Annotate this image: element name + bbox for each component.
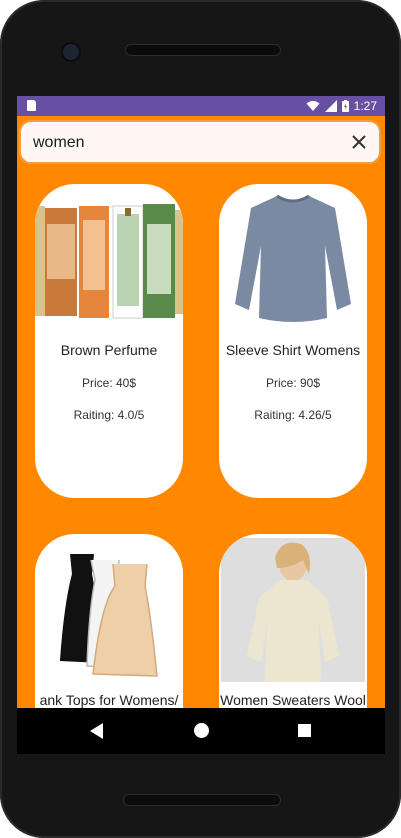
status-icons: 1:27 xyxy=(306,98,377,114)
product-image xyxy=(221,538,365,682)
earpiece-speaker xyxy=(125,44,281,56)
product-title: Women Sweaters Wool xyxy=(220,692,366,708)
product-card[interactable]: ank Tops for Womens/ xyxy=(35,534,183,708)
product-image xyxy=(219,184,367,334)
perfume-image xyxy=(35,184,183,334)
product-card[interactable]: Brown Perfume Price: 40$ Raiting: 4.0/5 xyxy=(35,184,183,498)
product-title: Sleeve Shirt Womens xyxy=(225,342,361,358)
app-screen: 1:27 women Brown Perfume Price: 40$ Rait… xyxy=(17,96,385,708)
back-icon[interactable] xyxy=(90,723,104,739)
signal-icon xyxy=(324,100,337,112)
home-icon[interactable] xyxy=(194,723,209,738)
product-price: Price: 90$ xyxy=(265,376,321,390)
close-icon[interactable] xyxy=(347,130,371,154)
product-title: ank Tops for Womens/ xyxy=(39,692,179,708)
bottom-speaker xyxy=(123,794,281,806)
search-input[interactable]: women xyxy=(33,134,85,152)
product-rating: Raiting: 4.0/5 xyxy=(73,408,145,422)
status-time: 1:27 xyxy=(353,99,377,113)
tank-tops-image xyxy=(35,534,183,684)
sweater-image xyxy=(221,538,365,682)
search-bar[interactable]: women xyxy=(19,120,381,164)
product-rating: Raiting: 4.26/5 xyxy=(254,408,332,422)
battery-charging-icon xyxy=(341,100,349,112)
front-camera xyxy=(61,42,81,62)
navigation-bar xyxy=(17,708,385,754)
wifi-icon xyxy=(306,101,320,111)
shirt-image xyxy=(219,184,367,334)
recent-apps-icon[interactable] xyxy=(298,724,311,737)
sd-card-icon xyxy=(27,100,36,111)
status-bar: 1:27 xyxy=(17,96,385,116)
product-image xyxy=(35,184,183,334)
product-title: Brown Perfume xyxy=(60,342,158,358)
phone-frame: 1:27 women Brown Perfume Price: 40$ Rait… xyxy=(0,0,401,838)
product-card[interactable]: Sleeve Shirt Womens Price: 90$ Raiting: … xyxy=(219,184,367,498)
product-card[interactable]: Women Sweaters Wool xyxy=(219,534,367,708)
product-price: Price: 40$ xyxy=(81,376,137,390)
product-image xyxy=(35,534,183,684)
